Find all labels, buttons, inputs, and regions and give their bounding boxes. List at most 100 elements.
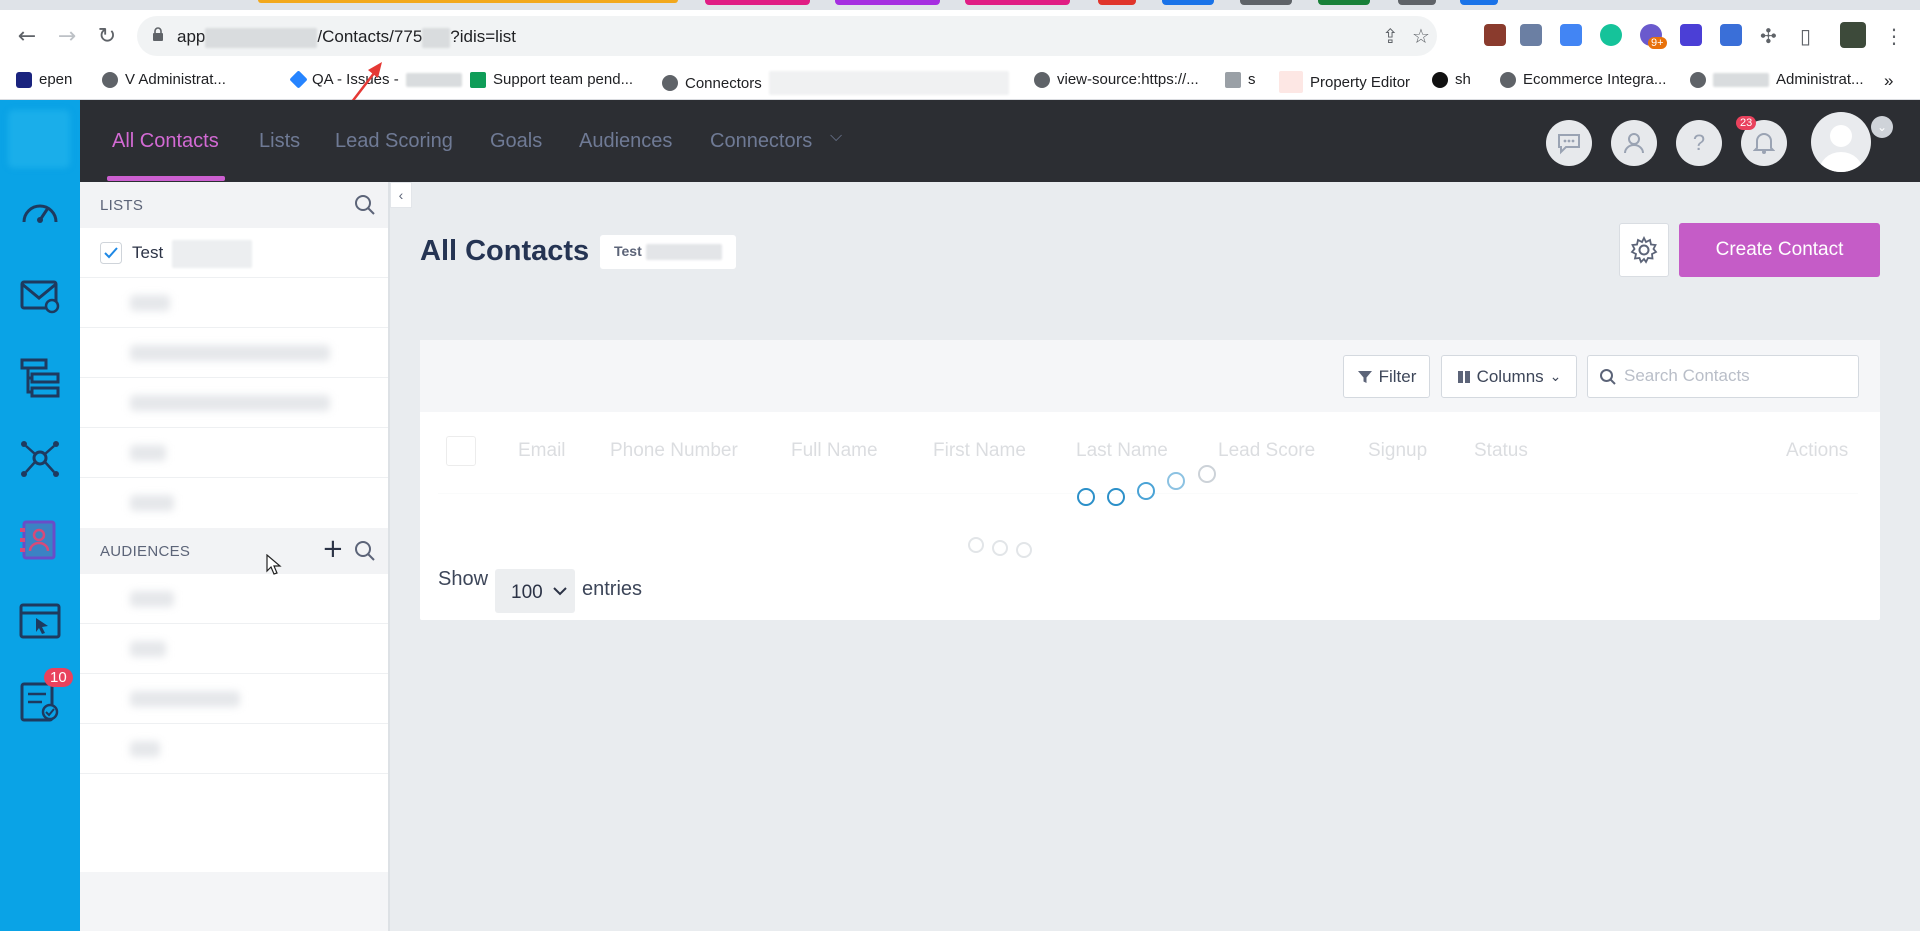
bookmark-item[interactable]: Ecommerce Integra... xyxy=(1500,71,1666,88)
bookmark-item[interactable]: V Administrat... xyxy=(102,71,226,88)
chevron-down-icon xyxy=(553,587,567,596)
reload-icon[interactable]: ↻ xyxy=(92,22,122,52)
workflow-icon[interactable] xyxy=(18,356,62,400)
filter-label: Filter xyxy=(1378,366,1417,386)
profile-avatar-icon[interactable] xyxy=(1840,22,1866,48)
audience-item[interactable] xyxy=(80,624,388,674)
tab-all-contacts[interactable]: All Contacts xyxy=(112,130,219,153)
address-bar[interactable]: app/Contacts/775 ?idis=list ⇪ ☆ xyxy=(137,16,1437,56)
create-contact-button[interactable]: Create Contact xyxy=(1679,223,1880,277)
checkbox-checked-icon[interactable] xyxy=(100,242,122,264)
users-button[interactable] xyxy=(1611,120,1657,166)
tab-goals[interactable]: Goals xyxy=(490,130,542,153)
audience-item[interactable] xyxy=(80,574,388,624)
chat-button[interactable] xyxy=(1546,120,1592,166)
tab-connectors[interactable]: Connectors xyxy=(710,130,812,153)
column-status[interactable]: Status xyxy=(1474,440,1528,462)
table-toolbar: Filter Columns ⌄ xyxy=(420,340,1880,412)
tab-group-indicator xyxy=(835,0,940,5)
audience-item[interactable] xyxy=(80,674,388,724)
column-full-name[interactable]: Full Name xyxy=(791,440,878,462)
extension-icon[interactable] xyxy=(1720,24,1742,46)
bookmark-label: s xyxy=(1248,71,1256,88)
keyboard-icon xyxy=(1225,71,1241,88)
menu-kebab-icon[interactable]: ⋮ xyxy=(1884,24,1904,48)
network-icon[interactable] xyxy=(18,436,62,480)
extension-icon[interactable] xyxy=(1484,24,1506,46)
back-icon[interactable]: ← xyxy=(12,22,42,52)
bookmark-item[interactable]: Property Editor xyxy=(1279,71,1410,93)
column-last-name[interactable]: Last Name xyxy=(1076,440,1168,462)
search-input[interactable] xyxy=(1624,366,1844,386)
email-campaign-icon[interactable] xyxy=(18,274,62,318)
filter-button[interactable]: Filter xyxy=(1343,355,1430,398)
url-query: ?idis=list xyxy=(450,27,516,46)
landing-page-icon[interactable] xyxy=(18,600,62,644)
puzzle-icon[interactable]: ✣ xyxy=(1760,24,1777,48)
tab-audiences[interactable]: Audiences xyxy=(579,130,672,153)
share-icon[interactable]: ⇪ xyxy=(1382,24,1399,48)
bookmark-item[interactable]: Connectors xyxy=(662,71,1009,95)
more-bookmarks-icon[interactable]: » xyxy=(1884,71,1893,91)
chevron-down-icon[interactable]: ⌵ xyxy=(830,128,842,146)
loading-spinner-icon xyxy=(1107,488,1125,506)
column-phone-number[interactable]: Phone Number xyxy=(610,440,738,462)
collapse-sidebar-icon[interactable]: ‹ xyxy=(390,182,412,208)
tab-group-indicator xyxy=(1460,0,1498,5)
select-all-checkbox[interactable] xyxy=(446,436,476,466)
redacted-id xyxy=(422,27,451,48)
audience-item[interactable] xyxy=(80,724,388,774)
column-email[interactable]: Email xyxy=(518,440,566,462)
grammarly-icon[interactable] xyxy=(1600,24,1622,46)
list-item-selected[interactable]: Test xyxy=(80,228,388,278)
bookmark-label: epen xyxy=(39,71,73,88)
bookmark-item[interactable]: sh xyxy=(1432,71,1471,88)
columns-button[interactable]: Columns ⌄ xyxy=(1441,355,1577,398)
column-first-name[interactable]: First Name xyxy=(933,440,1026,462)
app-logo[interactable] xyxy=(8,110,70,168)
url-path: /Contacts/775 xyxy=(317,27,423,46)
avatar[interactable] xyxy=(1811,112,1871,172)
list-item[interactable] xyxy=(80,278,388,328)
column-lead-score[interactable]: Lead Score xyxy=(1218,440,1315,462)
entries-per-page-select[interactable]: 100 xyxy=(495,569,575,613)
side-panel-icon[interactable]: ▯ xyxy=(1800,24,1811,48)
list-item[interactable] xyxy=(80,428,388,478)
translate-icon[interactable] xyxy=(1560,24,1582,46)
settings-button[interactable] xyxy=(1619,223,1669,277)
bookmark-item[interactable]: view-source:https://... xyxy=(1034,71,1199,88)
tab-group-indicator xyxy=(1398,0,1436,5)
dashboard-icon[interactable] xyxy=(18,192,62,236)
forward-icon[interactable]: → xyxy=(52,22,82,52)
add-icon[interactable]: + xyxy=(322,534,344,564)
loading-spinner-icon xyxy=(1198,465,1216,483)
search-contacts-field[interactable] xyxy=(1587,355,1859,398)
panel-divider xyxy=(388,182,390,931)
bookmark-item[interactable]: epen xyxy=(16,71,72,88)
code-extension-icon[interactable] xyxy=(1520,24,1542,46)
list-item[interactable] xyxy=(80,328,388,378)
list-item[interactable] xyxy=(80,378,388,428)
contacts-icon[interactable] xyxy=(18,518,62,562)
bookmark-item[interactable]: Support team pend... xyxy=(470,71,633,88)
tab-lead-scoring[interactable]: Lead Scoring xyxy=(335,130,453,153)
extension-icon[interactable] xyxy=(1680,24,1702,46)
help-button[interactable]: ? xyxy=(1676,120,1722,166)
bookmark-star-icon[interactable]: ☆ xyxy=(1412,24,1430,48)
profile-menu-chevron-icon[interactable]: ⌄ xyxy=(1871,116,1893,138)
column-signup[interactable]: Signup xyxy=(1368,440,1427,462)
tab-group-indicator xyxy=(1098,0,1136,5)
browser-toolbar: ← → ↻ app/Contacts/775 ?idis=list ⇪ ☆ 9+ … xyxy=(0,10,1920,62)
search-icon[interactable] xyxy=(354,540,376,562)
bookmark-label: Connectors xyxy=(685,74,762,92)
list-item[interactable] xyxy=(80,478,388,528)
search-icon[interactable] xyxy=(354,194,376,216)
loading-spinner-icon xyxy=(1137,482,1155,500)
bookmark-label: V Administrat... xyxy=(125,71,226,88)
bookmark-item[interactable]: s xyxy=(1225,71,1256,88)
loading-placeholder xyxy=(130,395,330,411)
columns-label: Columns xyxy=(1476,366,1544,386)
tab-lists[interactable]: Lists xyxy=(259,130,300,153)
bookmark-item[interactable]: Administrat... xyxy=(1690,71,1864,88)
bookmark-label: Support team pend... xyxy=(493,71,634,88)
